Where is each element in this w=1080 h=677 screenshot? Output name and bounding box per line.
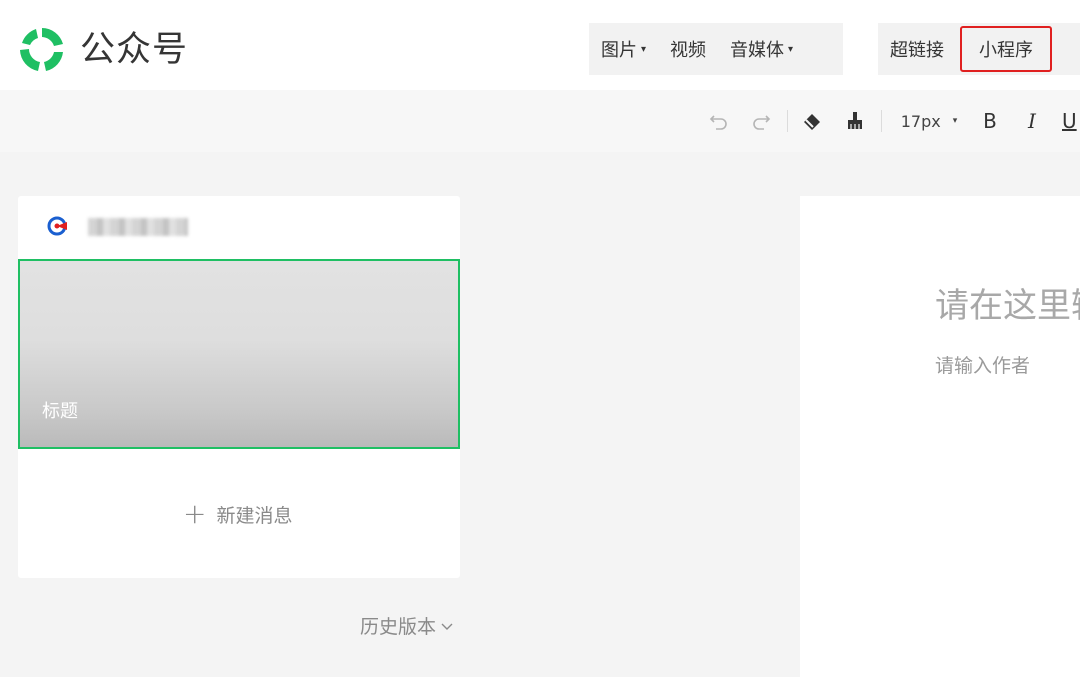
insert-hyperlink-button[interactable]: 超链接 [878, 23, 956, 75]
format-toolbar: 17px ▾ B I U [0, 90, 1080, 152]
underline-button[interactable]: U [1062, 108, 1080, 134]
underline-icon: U [1062, 109, 1077, 133]
caret-down-icon: ▾ [641, 43, 647, 55]
toolbar-divider [787, 110, 788, 132]
wechat-official-account-logo-icon [20, 28, 63, 71]
plus-icon: + [183, 497, 207, 530]
insert-media-group: 图片 ▾ 视频 音媒体 ▾ [589, 23, 843, 75]
insert-audio-label: 音媒体 [730, 40, 785, 61]
insert-mini-program-label: 小程序 [979, 40, 1033, 61]
eraser-button[interactable] [799, 108, 825, 134]
account-avatar-icon [47, 216, 67, 236]
new-message-button[interactable]: + 新建消息 [183, 500, 292, 528]
toolbar-divider [881, 110, 882, 132]
eraser-icon [804, 114, 820, 130]
insert-audio-menu[interactable]: 音媒体 ▾ [718, 23, 805, 75]
insert-mini-program-button[interactable]: 小程序 [960, 26, 1052, 72]
top-header: 公众号 图片 ▾ 视频 音媒体 ▾ 超链接 小程序 [0, 0, 1080, 90]
undo-button[interactable] [706, 108, 732, 134]
insert-hyperlink-label: 超链接 [890, 40, 944, 61]
insert-image-label: 图片 [601, 40, 637, 61]
history-version-label: 历史版本 [360, 616, 437, 638]
article-cover-title: 标题 [42, 401, 78, 422]
author-input[interactable] [935, 355, 1080, 377]
history-version-dropdown[interactable]: 历史版本 [360, 612, 454, 639]
article-list-panel: 标题 + 新建消息 [18, 196, 460, 578]
font-size-value: 17px [900, 111, 941, 131]
bold-icon: B [983, 109, 997, 133]
insert-video-label: 视频 [670, 40, 707, 61]
bold-button[interactable]: B [978, 108, 1002, 134]
article-editor [800, 196, 1080, 677]
undo-icon [709, 115, 727, 130]
chevron-down-icon [441, 623, 453, 630]
article-cover-card[interactable]: 标题 [18, 259, 460, 449]
account-name-blurred [88, 218, 188, 236]
format-painter-icon [848, 112, 862, 129]
format-painter-button[interactable] [842, 108, 868, 134]
new-message-label: 新建消息 [216, 504, 293, 527]
font-size-select[interactable]: 17px ▾ [893, 108, 965, 134]
redo-button[interactable] [748, 108, 774, 134]
redo-icon [753, 115, 771, 130]
brand-title: 公众号 [80, 30, 189, 70]
caret-down-icon: ▾ [788, 43, 794, 55]
insert-link-group: 超链接 小程序 [878, 23, 1080, 75]
insert-video-button[interactable]: 视频 [658, 23, 718, 75]
caret-down-icon: ▾ [952, 116, 958, 126]
italic-button[interactable]: I [1020, 108, 1044, 134]
italic-icon: I [1028, 109, 1036, 133]
insert-image-menu[interactable]: 图片 ▾ [589, 23, 658, 75]
title-input[interactable] [935, 286, 1080, 326]
